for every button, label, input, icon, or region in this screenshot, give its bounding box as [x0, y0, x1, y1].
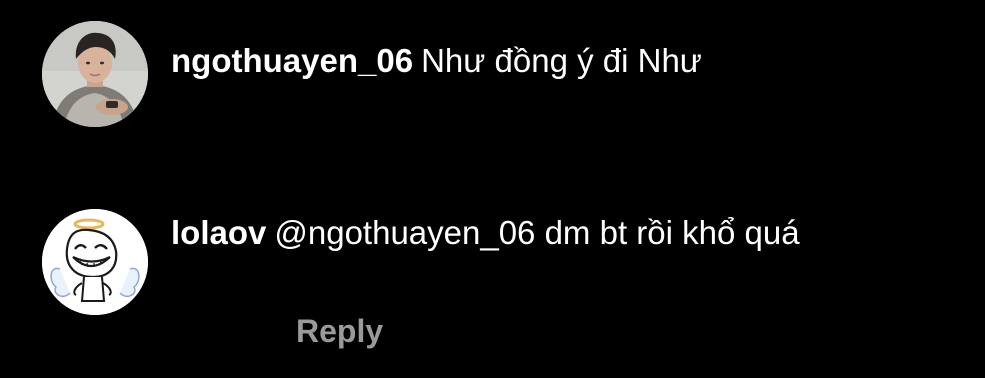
reply-button[interactable]: Reply — [296, 311, 383, 351]
comment-item: ngothuayen_06 Như đồng ý đi Như — [0, 0, 985, 180]
comment-body: @ngothuayen_06 dm bt rồi khổ quá — [274, 214, 800, 251]
comment-username[interactable]: lolaov — [171, 214, 266, 251]
comment-item: lolaov @ngothuayen_06 dm bt rồi khổ quá R… — [0, 180, 985, 378]
user-avatar-lolaov[interactable] — [42, 209, 148, 315]
comment-text: ngothuayen_06 Như đồng ý đi Như — [171, 37, 951, 85]
comment-text: lolaov @ngothuayen_06 dm bt rồi khổ quá — [171, 209, 951, 257]
meme-face-avatar-icon — [42, 209, 148, 315]
user-avatar-ngothuayen[interactable] — [42, 21, 148, 127]
comment-body: Như đồng ý đi Như — [421, 42, 702, 79]
comment-username[interactable]: ngothuayen_06 — [171, 42, 413, 79]
user-photo-avatar-icon — [42, 21, 148, 127]
